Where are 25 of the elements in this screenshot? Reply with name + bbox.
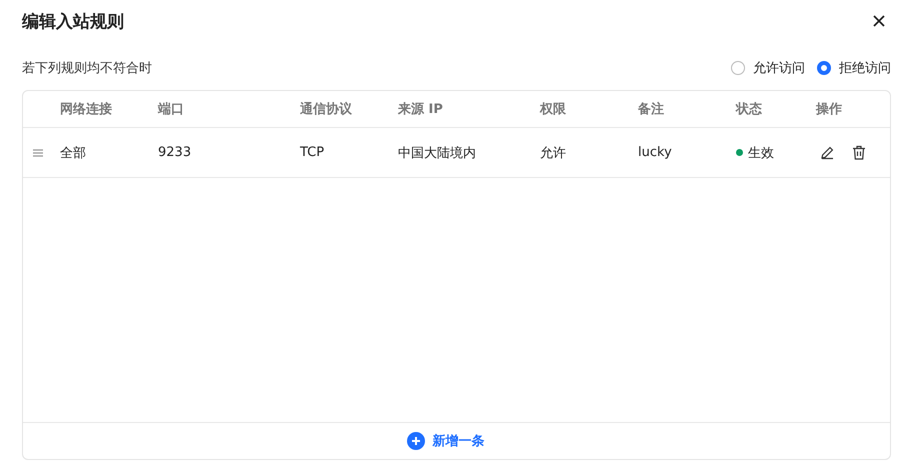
default-rule-label: 若下列规则均不符合时 — [22, 60, 152, 77]
column-header: 权限 — [540, 101, 567, 118]
plus-icon — [406, 432, 424, 450]
column-header: 来源 IP — [398, 101, 444, 118]
add-rule-button[interactable]: 新增一条 — [402, 430, 488, 452]
radio-option[interactable]: 拒绝访问 — [817, 59, 891, 77]
radio-option[interactable]: 允许访问 — [731, 59, 805, 77]
dialog-title: 编辑入站规则 — [22, 10, 124, 32]
table-cell-text: 中国大陆境内 — [398, 144, 477, 162]
table-cell-text: 全部 — [60, 144, 87, 162]
edit-icon[interactable] — [820, 145, 835, 160]
column-header: 状态 — [736, 101, 763, 118]
close-icon[interactable] — [873, 15, 885, 27]
column-header: 通信协议 — [300, 100, 353, 118]
status-text: 生效 — [748, 144, 774, 162]
table-cell-text: TCP — [300, 145, 326, 160]
column-header: 端口 — [158, 101, 185, 118]
drag-handle-icon[interactable] — [33, 148, 43, 156]
delete-icon[interactable] — [852, 145, 866, 160]
table-cell-text: 9233 — [158, 145, 192, 160]
table-cell-text: 允许 — [540, 144, 567, 162]
column-header: 备注 — [638, 100, 665, 118]
column-header: 操作 — [816, 101, 843, 118]
column-header: 网络连接 — [60, 100, 113, 118]
table-cell-text: lucky — [638, 145, 673, 160]
